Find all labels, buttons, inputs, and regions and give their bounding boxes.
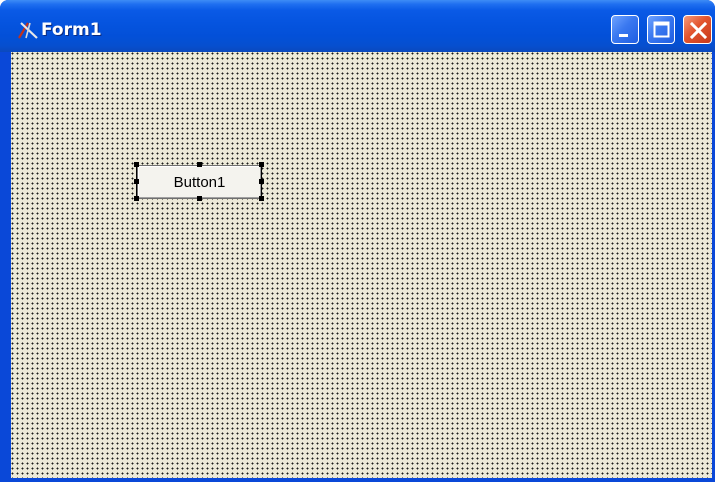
minimize-icon: [619, 34, 628, 37]
title-bar[interactable]: Form1: [0, 0, 715, 52]
resize-handle-middle-right[interactable]: [259, 179, 264, 184]
form-design-surface[interactable]: Button1: [11, 52, 712, 478]
resize-handle-bottom-middle[interactable]: [197, 196, 202, 201]
resize-handle-bottom-left[interactable]: [134, 196, 139, 201]
resize-handle-middle-left[interactable]: [134, 179, 139, 184]
minimize-button[interactable]: [611, 15, 639, 44]
maximize-icon: [653, 21, 670, 38]
button1-caption: Button1: [173, 173, 226, 191]
resize-handle-top-middle[interactable]: [197, 162, 202, 167]
resize-handle-top-right[interactable]: [259, 162, 264, 167]
close-button[interactable]: [683, 15, 712, 44]
maximize-button[interactable]: [647, 15, 675, 44]
lazarus-icon: [18, 22, 38, 39]
button1[interactable]: Button1: [137, 165, 262, 199]
resize-handle-top-left[interactable]: [134, 162, 139, 167]
resize-handle-bottom-right[interactable]: [259, 196, 264, 201]
form-window: Form1 Button1: [0, 0, 715, 482]
close-icon: [689, 21, 708, 40]
window-title: Form1: [41, 20, 102, 40]
